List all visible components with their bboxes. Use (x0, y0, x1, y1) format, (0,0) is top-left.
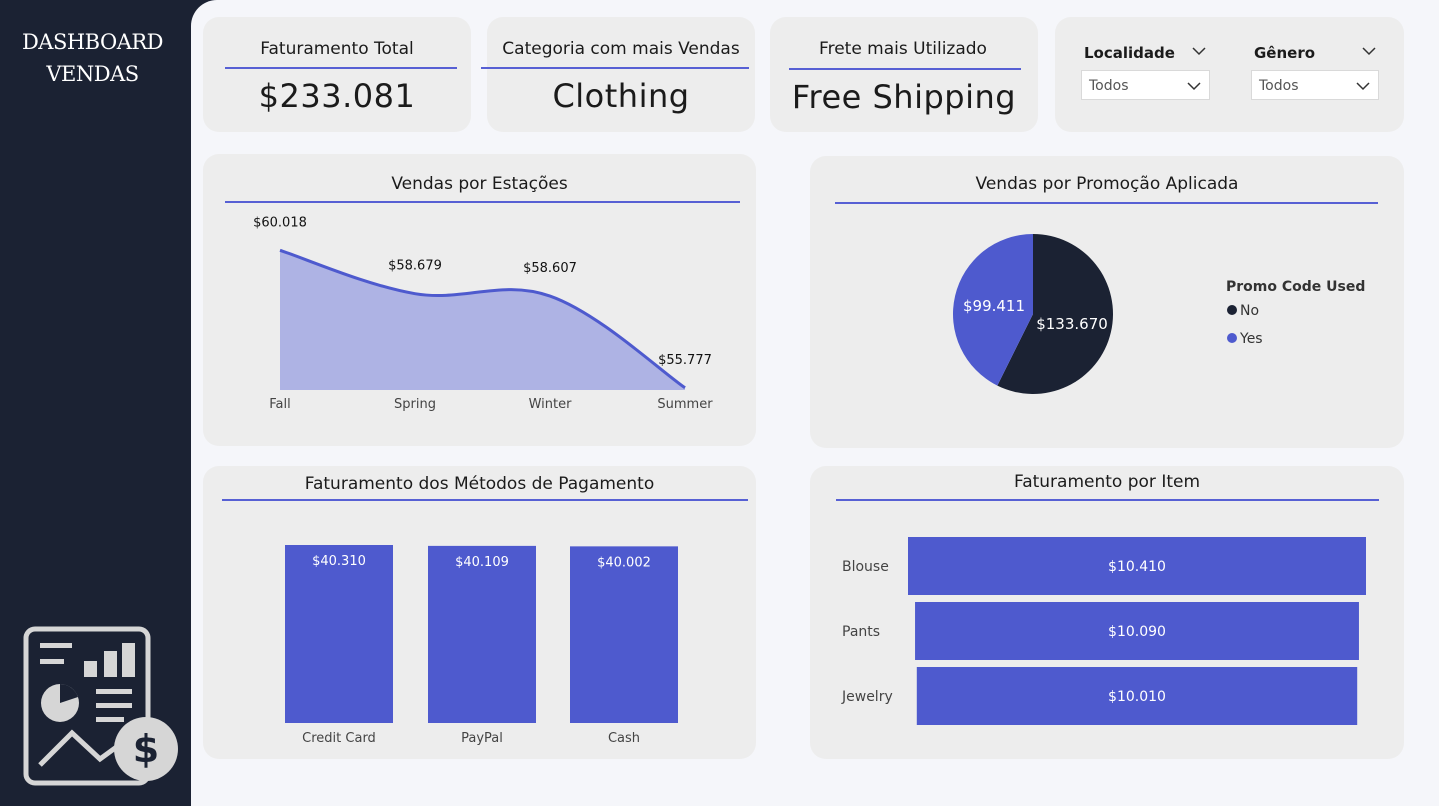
kpi-value: $233.081 (258, 77, 416, 115)
kpi-value: Clothing (552, 77, 690, 115)
kpi-title: Faturamento Total (260, 39, 414, 59)
data-label: $40.002 (597, 555, 651, 570)
data-label: $10.410 (1108, 559, 1166, 575)
localidade-select[interactable]: Todos (1081, 70, 1210, 100)
x-tick-label: Spring (394, 397, 436, 412)
chart-card-payment: Faturamento dos Métodos de Pagamento $40… (203, 466, 756, 759)
y-tick-label: Jewelry (841, 689, 893, 705)
legend-title: Promo Code Used (1226, 279, 1365, 295)
localidade-value: Todos (1089, 78, 1129, 94)
dashboard-title-line2: VENDAS (46, 62, 139, 86)
legend-marker (1227, 305, 1237, 315)
bar (428, 545, 536, 723)
title-underline (789, 68, 1021, 70)
data-label: $10.010 (1108, 689, 1166, 705)
filters-card: Localidade Todos Gênero Todos (1055, 17, 1404, 132)
y-tick-label: Blouse (842, 559, 889, 575)
localidade-label: Localidade (1084, 44, 1175, 62)
main-panel: Faturamento Total $233.081 Categoria com… (191, 0, 1439, 806)
genero-select[interactable]: Todos (1251, 70, 1379, 100)
bar (570, 546, 678, 723)
title-underline (481, 67, 749, 69)
chart-card-items: Faturamento por Item $10.410 Blouse $10.09… (810, 466, 1404, 759)
dashboard-title-line1: DASHBOARD (21, 30, 164, 54)
data-label: $55.777 (658, 353, 712, 368)
chevron-down-icon[interactable] (1192, 46, 1206, 56)
svg-text:$: $ (133, 727, 159, 771)
kpi-card-top-category: Categoria com mais Vendas Clothing (481, 17, 755, 132)
data-label: $58.679 (388, 259, 442, 274)
x-tick-label: Summer (657, 397, 713, 412)
legend-marker (1227, 333, 1237, 343)
title-underline (225, 67, 457, 69)
dashboard-title: DASHBOARD VENDAS (0, 26, 185, 90)
x-tick-label: Fall (269, 397, 290, 412)
y-tick-label: Pants (842, 624, 880, 640)
sidebar: DASHBOARD VENDAS $ (0, 0, 191, 806)
data-label: $58.607 (523, 261, 577, 276)
kpi-title: Categoria com mais Vendas (502, 39, 740, 59)
chart-card-seasons: Vendas por Estações $60.018 Fall $58.679 Sp… (203, 154, 756, 446)
chart-card-promo: Vendas por Promoção Aplicada $133.670 $99… (810, 156, 1404, 448)
data-label: $10.090 (1108, 624, 1166, 640)
x-tick-label: Credit Card (302, 731, 376, 746)
pie-chart: $133.670 $99.411 Promo Code Used No Yes (953, 234, 1365, 394)
area-chart: $60.018 Fall $58.679 Spring $58.607 Winter $55… (253, 215, 713, 412)
slice-label: $99.411 (963, 297, 1025, 315)
data-label: $40.310 (312, 554, 366, 569)
genero-label: Gênero (1254, 44, 1316, 62)
kpi-card-top-shipping: Frete mais Utilizado Free Shipping (770, 17, 1038, 132)
dashboard-report-dollar-icon: $ (23, 626, 178, 786)
kpi-card-total-revenue: Faturamento Total $233.081 (203, 17, 471, 132)
legend-label: No (1240, 303, 1259, 319)
genero-value: Todos (1259, 78, 1299, 94)
data-label: $40.109 (455, 555, 509, 570)
x-tick-label: PayPal (461, 731, 503, 746)
horizontal-bar-chart: $10.410 Blouse $10.090 Pants $10.010 Jewelry (841, 537, 1366, 725)
x-tick-label: Winter (529, 397, 573, 412)
chevron-down-icon[interactable] (1362, 46, 1376, 56)
bar-chart: $40.310 Credit Card $40.109 PayPal $40.002 Ca… (285, 545, 678, 746)
bar (285, 545, 393, 723)
slice-label: $133.670 (1036, 315, 1108, 333)
data-label: $60.018 (253, 215, 307, 230)
kpi-title: Frete mais Utilizado (819, 39, 987, 59)
x-tick-label: Cash (608, 731, 640, 746)
legend-label: Yes (1239, 331, 1263, 347)
chevron-down-icon (1187, 82, 1201, 91)
chevron-down-icon (1356, 82, 1370, 91)
kpi-value: Free Shipping (791, 78, 1017, 116)
